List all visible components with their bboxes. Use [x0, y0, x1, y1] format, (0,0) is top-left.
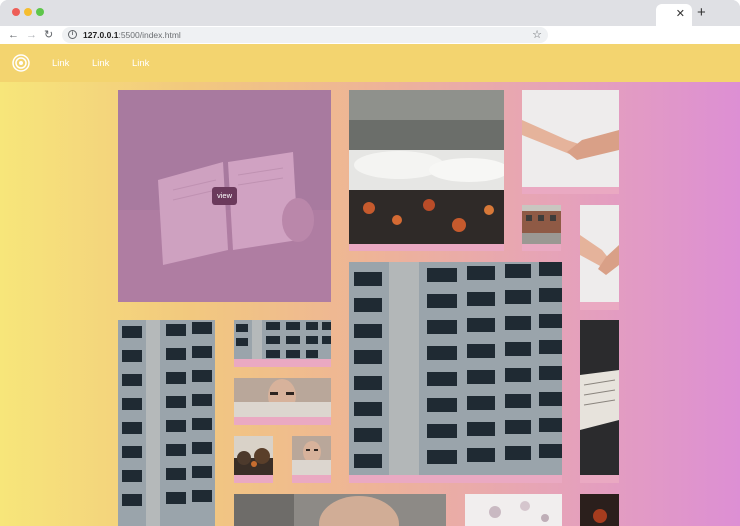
gallery-item-hands[interactable] — [522, 90, 619, 187]
logo-icon[interactable] — [12, 54, 30, 72]
browser-window: ✕ + ← → ↻ i 127.0.0.1:5500/index.html ☆ … — [0, 0, 740, 526]
storefront-photo — [522, 205, 561, 244]
gallery-item-portrait[interactable] — [234, 378, 331, 417]
caption-strip — [234, 359, 331, 367]
gallery-item-hands-small[interactable] — [580, 205, 619, 302]
nav-link-1[interactable]: Link — [52, 58, 69, 69]
forest-photo — [349, 90, 504, 244]
caption-strip — [349, 475, 562, 483]
gallery-item-portrait-small[interactable] — [292, 436, 331, 475]
caption-strip — [522, 187, 619, 194]
url-text[interactable]: 127.0.0.1:5500/index.html — [83, 29, 181, 41]
browser-tab[interactable]: ✕ — [656, 4, 692, 26]
maximize-window-button[interactable] — [36, 8, 44, 16]
address-bar[interactable]: i 127.0.0.1:5500/index.html ☆ — [62, 27, 548, 43]
minimize-window-button[interactable] — [24, 8, 32, 16]
gallery-item-tower-large[interactable] — [349, 262, 562, 475]
trees-photo — [234, 436, 273, 475]
back-arrow-icon[interactable]: ← — [8, 27, 19, 43]
browser-toolbar: ← → ↻ i 127.0.0.1:5500/index.html ☆ — [0, 26, 740, 44]
portrait-wide-photo — [234, 494, 446, 526]
gallery-item-forest[interactable] — [349, 90, 504, 244]
caption-strip — [349, 244, 504, 251]
caption-strip — [580, 302, 619, 310]
gallery-item-tower-tall[interactable] — [118, 320, 215, 526]
nav-link-2[interactable]: Link — [92, 58, 109, 69]
gallery-item-storefront[interactable] — [522, 205, 561, 244]
gallery-item-trees[interactable] — [234, 436, 273, 475]
new-tab-button[interactable]: + — [697, 5, 706, 21]
book-dark-photo — [580, 320, 619, 475]
hands-photo-small — [580, 205, 619, 302]
gallery-item-book-dark[interactable] — [580, 320, 619, 475]
caption-strip — [580, 475, 619, 483]
nav-link-3[interactable]: Link — [132, 58, 149, 69]
caption-strip — [234, 475, 273, 483]
gallery-item-flowers[interactable] — [465, 494, 562, 526]
view-button[interactable]: view — [212, 187, 237, 205]
tab-strip: ✕ + — [0, 0, 740, 26]
hands-photo — [522, 90, 619, 187]
portrait-photo — [234, 378, 331, 417]
gallery-item-book[interactable]: view — [118, 90, 331, 302]
caption-strip — [292, 475, 331, 483]
portrait-photo-small — [292, 436, 331, 475]
dark-photo — [580, 494, 619, 526]
tower-photo-tall — [118, 320, 215, 526]
caption-strip — [234, 417, 331, 425]
caption-strip — [522, 244, 561, 251]
gallery-item-tower-wide[interactable] — [234, 320, 331, 359]
bookmark-star-icon[interactable]: ☆ — [532, 28, 542, 42]
close-window-button[interactable] — [12, 8, 20, 16]
tower-photo-large — [349, 262, 562, 475]
gallery-item-portrait-wide[interactable] — [234, 494, 446, 526]
site-navbar: Link Link Link — [0, 44, 740, 82]
page-content: Link Link Link view — [0, 44, 740, 526]
tower-photo-wide — [234, 320, 331, 359]
info-icon[interactable]: i — [68, 30, 77, 39]
flowers-photo — [465, 494, 562, 526]
gallery-item-dark[interactable] — [580, 494, 619, 526]
tab-close-icon[interactable]: ✕ — [676, 7, 685, 21]
forward-arrow-icon[interactable]: → — [26, 27, 37, 43]
reload-icon[interactable]: ↻ — [44, 27, 53, 43]
